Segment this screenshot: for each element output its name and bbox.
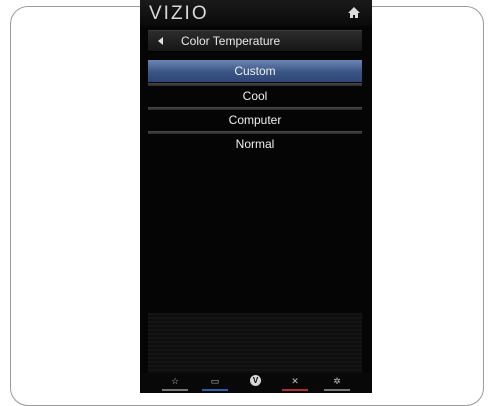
menu-item-cool[interactable]: Cool [148, 83, 362, 106]
bottom-nav-bar: ☆ ▭ V ✕ ✲ [140, 373, 372, 393]
home-icon[interactable] [348, 7, 360, 19]
color-temperature-list: Custom Cool Computer Normal [148, 56, 362, 159]
close-icon: ✕ [291, 376, 299, 386]
menu-item-custom[interactable]: Custom [148, 60, 362, 82]
star-icon: ☆ [170, 376, 180, 386]
back-arrow-icon[interactable] [158, 37, 163, 45]
info-band [148, 313, 362, 373]
vizio-logo: VIZIO [149, 3, 209, 24]
tv-screen: VIZIO Color Temperature Custom Cool Comp… [140, 0, 372, 393]
nav-bar-indicator [324, 389, 350, 391]
gear-icon: ✲ [333, 376, 341, 386]
closed-caption-icon: ▭ [210, 376, 220, 386]
v-button-icon: V [250, 375, 261, 386]
nav-bar-indicator [282, 389, 308, 391]
closed-caption-button[interactable]: ▭ [200, 375, 230, 391]
exit-button[interactable]: ✕ [280, 375, 310, 391]
nav-bar-indicator [162, 389, 188, 391]
favorites-button[interactable]: ☆ [160, 375, 190, 391]
menu-header[interactable]: Color Temperature [148, 30, 362, 52]
menu-title: Color Temperature [181, 34, 281, 48]
menu-item-normal[interactable]: Normal [148, 131, 362, 154]
v-button[interactable]: V [241, 375, 271, 391]
menu-item-computer[interactable]: Computer [148, 107, 362, 130]
nav-bar-indicator [202, 389, 228, 391]
top-bar: VIZIO [140, 0, 372, 26]
settings-button[interactable]: ✲ [322, 375, 352, 391]
